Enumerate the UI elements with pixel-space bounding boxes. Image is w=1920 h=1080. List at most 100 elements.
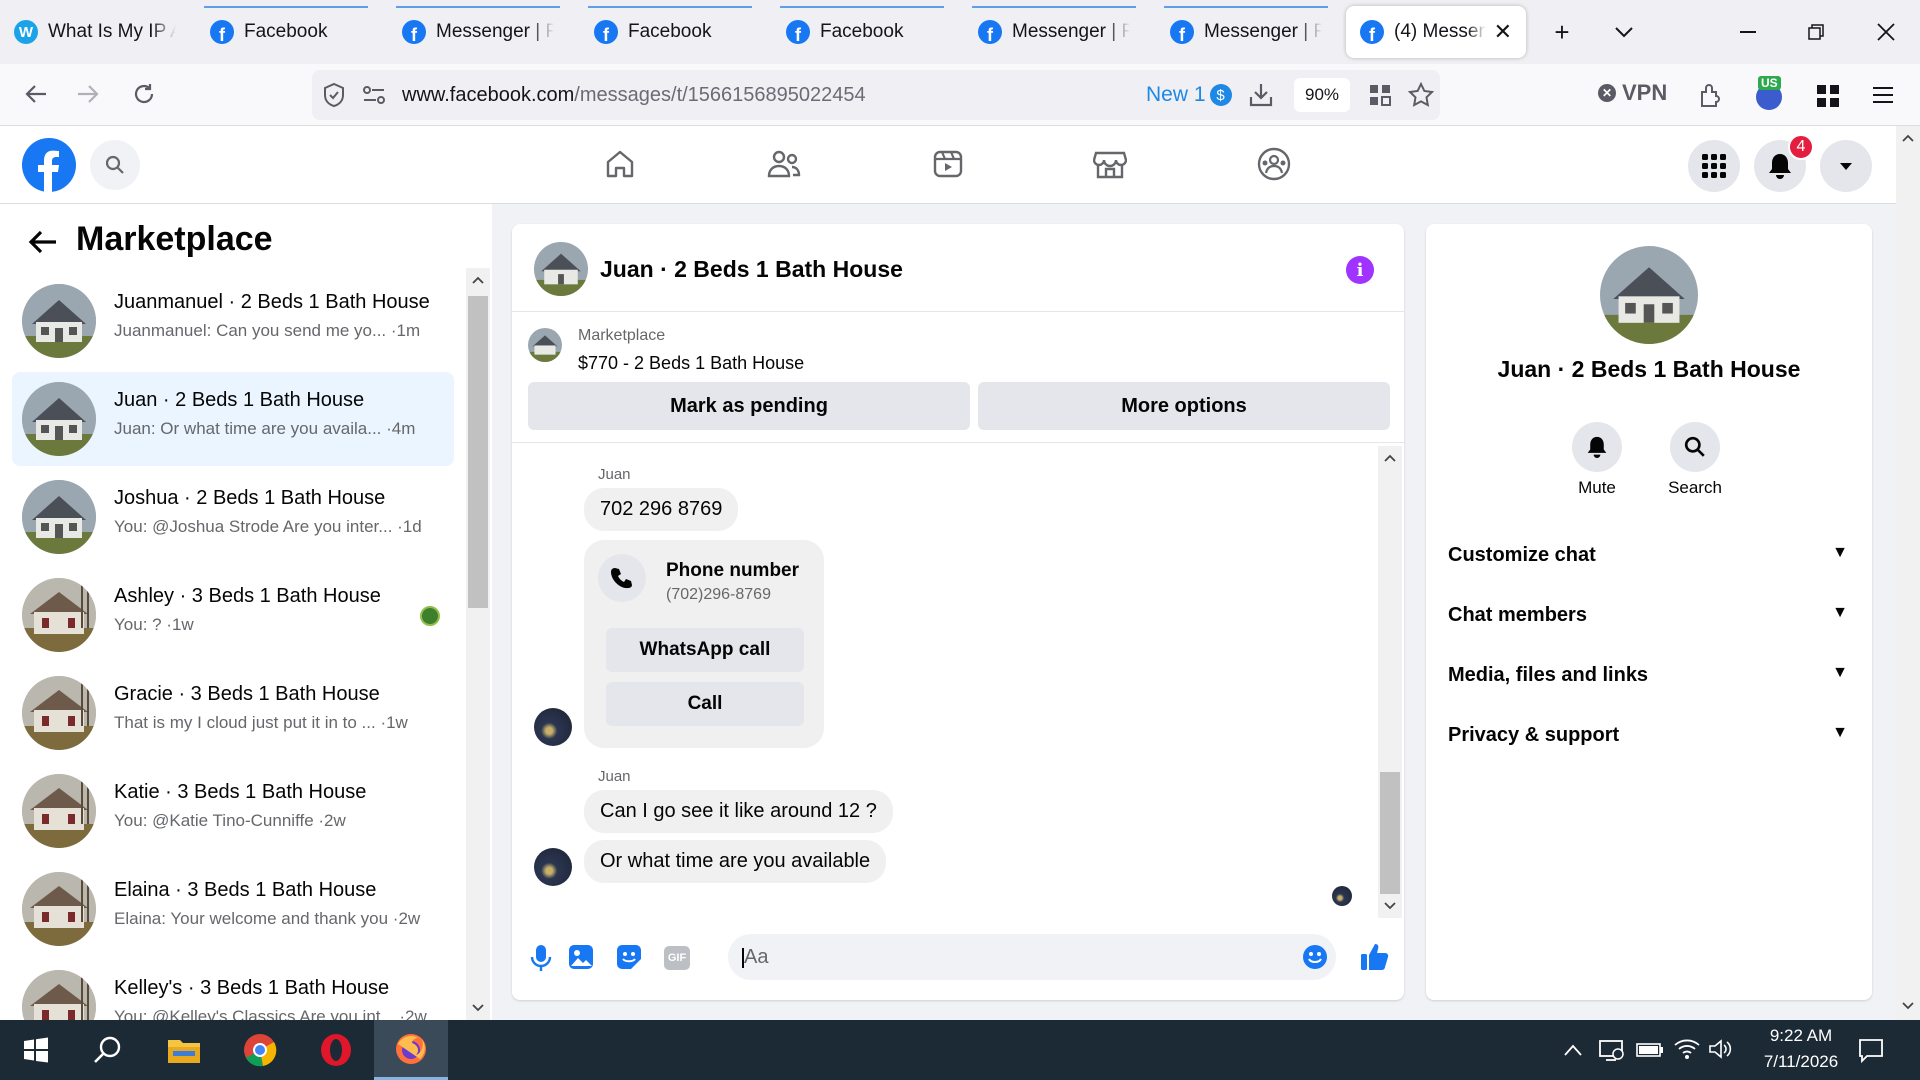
browser-tab-active[interactable]: f (4) Messenge ✕ (1346, 6, 1526, 58)
facebook-logo-icon[interactable] (22, 138, 76, 192)
zoom-level[interactable]: 90% (1294, 78, 1350, 112)
nav-home[interactable] (600, 144, 640, 184)
conversation-item[interactable]: Ashley · 3 Beds 1 Bath House You: ? ·1w (12, 568, 454, 662)
firefox-button-active[interactable] (374, 1020, 448, 1080)
chrome-button[interactable] (224, 1020, 296, 1080)
chat-avatar[interactable] (534, 242, 588, 296)
back-arrow-icon[interactable] (28, 230, 58, 254)
vpn-extension-button[interactable]: US (1752, 76, 1786, 110)
network-status-icon[interactable] (1598, 1038, 1624, 1062)
url-text[interactable]: www.facebook.com/messages/t/156615689502… (402, 84, 866, 107)
restore-button[interactable] (1796, 10, 1836, 54)
scrollbar-thumb[interactable] (1380, 772, 1400, 894)
search-in-conversation-button[interactable] (1670, 422, 1720, 472)
browser-tab[interactable]: f Messenger | Fac (388, 6, 568, 58)
mark-as-pending-button[interactable]: Mark as pending (528, 382, 970, 430)
minimize-button[interactable] (1728, 10, 1768, 54)
conversation-item[interactable]: Joshua · 2 Beds 1 Bath House You: @Joshu… (12, 470, 454, 564)
info-icon[interactable]: i (1346, 256, 1374, 284)
nav-groups[interactable] (1254, 144, 1294, 184)
taskbar-search-button[interactable] (72, 1020, 144, 1080)
opera-button[interactable] (300, 1020, 372, 1080)
notification-center-icon[interactable] (1858, 1037, 1884, 1063)
bookmark-star-icon[interactable] (1408, 82, 1434, 108)
emoji-icon[interactable] (1302, 944, 1328, 970)
page-scrollbar[interactable] (1896, 126, 1920, 1020)
message-bubble[interactable]: 702 296 8769 (584, 488, 739, 531)
chat-title[interactable]: Juan · 2 Beds 1 Bath House (600, 256, 903, 283)
conversation-item[interactable]: Kelley's · 3 Beds 1 Bath House You: @Kel… (12, 960, 454, 1020)
nav-friends[interactable] (764, 144, 804, 184)
browser-tab[interactable]: f Facebook (772, 6, 952, 58)
file-explorer-button[interactable] (148, 1020, 220, 1080)
clock-date[interactable]: 7/11/2026 (1746, 1052, 1856, 1072)
scroll-up-icon[interactable] (1902, 134, 1914, 142)
scroll-up-icon[interactable] (1384, 454, 1396, 462)
media-files-links-section[interactable]: Media, files and links ▼ (1448, 664, 1852, 687)
sticker-icon[interactable] (616, 944, 642, 970)
notifications-button[interactable]: 4 (1754, 134, 1814, 192)
clock-time[interactable]: 9:22 AM (1746, 1026, 1856, 1046)
conversation-item[interactable]: Juanmanuel · 2 Beds 1 Bath House Juanman… (12, 274, 454, 368)
browser-tab[interactable]: f Facebook (196, 6, 376, 58)
list-tabs-button[interactable] (1604, 10, 1644, 54)
listing-title[interactable]: $770 - 2 Beds 1 Bath House (578, 353, 804, 374)
conversation-item[interactable]: Katie · 3 Beds 1 Bath House You: @Katie … (12, 764, 454, 858)
chat-scrollbar[interactable] (1378, 446, 1402, 918)
customize-chat-section[interactable]: Customize chat ▼ (1448, 544, 1852, 567)
scroll-down-icon[interactable] (472, 1004, 484, 1012)
scroll-down-icon[interactable] (1902, 1002, 1914, 1010)
volume-icon[interactable] (1708, 1038, 1732, 1060)
conversation-item[interactable]: Gracie · 3 Beds 1 Bath House That is my … (12, 666, 454, 760)
close-tab-icon[interactable]: ✕ (1494, 19, 1512, 45)
thumbs-up-icon[interactable] (1360, 942, 1390, 972)
apps-icon[interactable] (1816, 84, 1840, 108)
vpn-button[interactable]: ✕ VPN (1598, 80, 1667, 106)
new-tab-button[interactable]: + (1542, 10, 1582, 54)
nav-marketplace[interactable] (1090, 144, 1130, 184)
browser-tab[interactable]: f Messenger | Fac (964, 6, 1144, 58)
forward-button[interactable] (66, 72, 110, 116)
reload-button[interactable] (122, 72, 166, 116)
mute-button[interactable] (1572, 422, 1622, 472)
browser-tab[interactable]: f Messenger | Fac (1156, 6, 1336, 58)
wifi-icon[interactable] (1674, 1038, 1700, 1060)
nav-video[interactable] (928, 144, 968, 184)
account-button[interactable] (1820, 140, 1872, 192)
conversation-item[interactable]: Elaina · 3 Beds 1 Bath House Elaina: You… (12, 862, 454, 956)
battery-icon[interactable] (1636, 1042, 1664, 1058)
address-bar[interactable]: www.facebook.com/messages/t/156615689502… (312, 70, 1440, 120)
conversation-item-selected[interactable]: Juan · 2 Beds 1 Bath House Juan: Or what… (12, 372, 454, 466)
photo-icon[interactable] (568, 944, 594, 970)
download-icon[interactable] (1248, 82, 1274, 108)
scroll-up-icon[interactable] (472, 276, 484, 284)
scroll-down-icon[interactable] (1384, 902, 1396, 910)
extensions-grid-icon[interactable] (1368, 83, 1392, 107)
close-window-button[interactable] (1866, 10, 1906, 54)
menu-button[interactable] (1688, 140, 1740, 192)
whatsapp-call-button[interactable]: WhatsApp call (606, 628, 804, 672)
message-input[interactable]: Aa (728, 934, 1336, 980)
call-button[interactable]: Call (606, 682, 804, 726)
new-badge[interactable]: New 1 $ (1146, 83, 1232, 107)
sender-avatar[interactable] (534, 708, 572, 746)
browser-tab[interactable]: f Facebook (580, 6, 760, 58)
message-bubble[interactable]: Or what time are you available (584, 840, 887, 883)
start-button[interactable] (0, 1020, 72, 1080)
profile-avatar[interactable] (1600, 246, 1698, 344)
privacy-support-section[interactable]: Privacy & support ▼ (1448, 724, 1852, 747)
show-hidden-icons-icon[interactable] (1564, 1044, 1582, 1056)
message-bubble[interactable]: Can I go see it like around 12 ? (584, 790, 893, 833)
more-options-button[interactable]: More options (978, 382, 1390, 430)
gif-icon[interactable]: GIF (664, 946, 690, 970)
chat-members-section[interactable]: Chat members ▼ (1448, 604, 1852, 627)
microphone-icon[interactable] (530, 944, 552, 972)
sender-avatar[interactable] (534, 848, 572, 886)
sidebar-scrollbar[interactable] (466, 268, 490, 1020)
extensions-puzzle-icon[interactable] (1698, 82, 1724, 108)
back-button[interactable] (14, 72, 58, 116)
browser-tab[interactable]: W What Is My IP A (0, 6, 190, 58)
scrollbar-thumb[interactable] (468, 296, 488, 608)
facebook-search-button[interactable] (90, 140, 140, 190)
menu-icon[interactable] (1872, 86, 1894, 104)
